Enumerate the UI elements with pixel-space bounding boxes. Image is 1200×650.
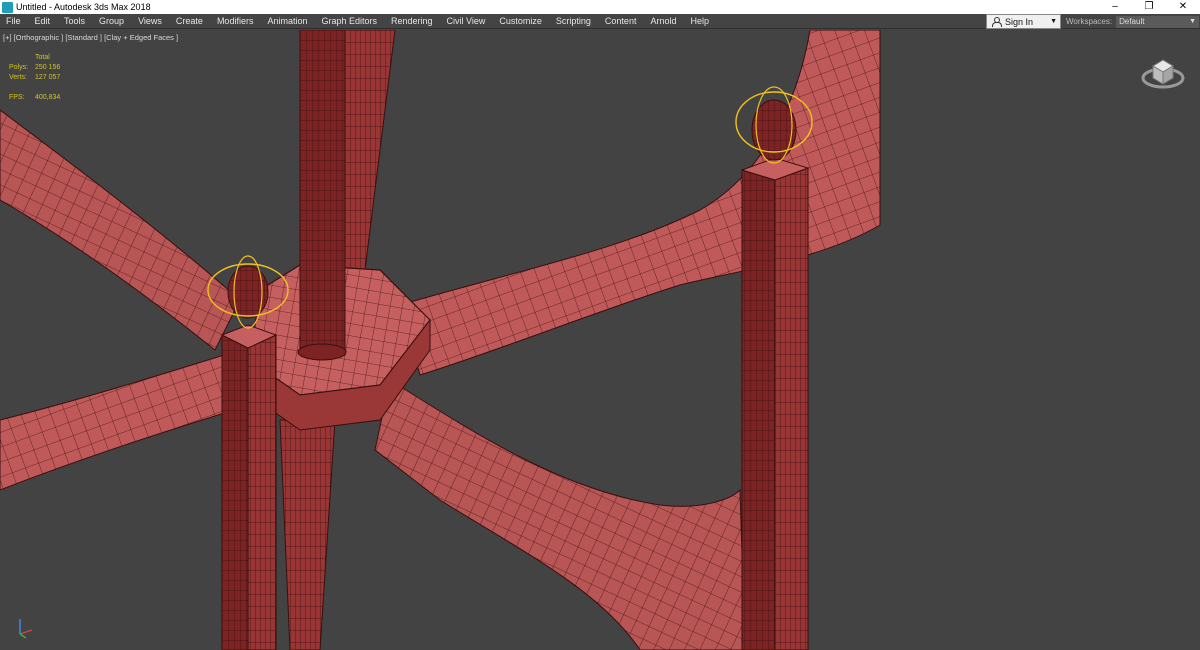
- workspace-dropdown[interactable]: Default ▼: [1116, 15, 1200, 28]
- menu-rendering[interactable]: Rendering: [384, 14, 440, 29]
- stats-polys-value: 250 156: [35, 64, 61, 71]
- close-button[interactable]: ✕: [1166, 0, 1200, 14]
- post-right-side: [741, 169, 776, 650]
- stats-fps-value: 400,834: [35, 94, 61, 101]
- menu-civil-view[interactable]: Civil View: [440, 14, 493, 29]
- post-right-front: [774, 167, 809, 650]
- stats-fps-label: FPS:: [9, 94, 25, 101]
- window-controls: – ❐ ✕: [1098, 0, 1200, 14]
- menu-bar: File Edit Tools Group Views Create Modif…: [0, 14, 1200, 29]
- workspaces-selector: Workspaces: Default ▼: [1066, 14, 1200, 29]
- central-column: [299, 30, 346, 356]
- menu-graph-editors[interactable]: Graph Editors: [314, 14, 384, 29]
- scene-geometry[interactable]: [0, 30, 1200, 650]
- arm-lower-left: [0, 349, 251, 491]
- chevron-down-icon: ▼: [1050, 18, 1057, 25]
- restore-button[interactable]: ❐: [1132, 0, 1166, 14]
- viewport-label[interactable]: [+] [Orthographic ] [Standard ] [Clay + …: [3, 33, 178, 42]
- menu-tools[interactable]: Tools: [57, 14, 92, 29]
- column-base: [297, 343, 347, 361]
- menu-content[interactable]: Content: [598, 14, 644, 29]
- arm-lower-right: [374, 379, 746, 650]
- chevron-down-icon: ▼: [1189, 17, 1197, 25]
- perspective-viewport[interactable]: [+] [Orthographic ] [Standard ] [Clay + …: [0, 30, 1200, 650]
- workspace-value: Default: [1119, 16, 1145, 26]
- menu-customize[interactable]: Customize: [492, 14, 549, 29]
- menu-arnold[interactable]: Arnold: [643, 14, 683, 29]
- menu-edit[interactable]: Edit: [28, 14, 58, 29]
- stats-verts-label: Verts:: [9, 74, 27, 81]
- app-icon: [2, 1, 13, 13]
- menu-help[interactable]: Help: [683, 14, 716, 29]
- window-title: Untitled - Autodesk 3ds Max 2018: [16, 2, 151, 12]
- statistics-overlay: Total Polys: 250 156 Verts: 127 057 FPS:…: [9, 53, 60, 103]
- minimize-button[interactable]: –: [1098, 0, 1132, 14]
- stats-polys-row: Polys: 250 156: [9, 63, 60, 73]
- post-left-front: [247, 334, 277, 650]
- workspaces-label: Workspaces:: [1066, 17, 1113, 26]
- menu-animation[interactable]: Animation: [260, 14, 314, 29]
- stats-total-row: Total: [9, 53, 60, 63]
- strut-bottom: [279, 419, 336, 650]
- title-bar: Untitled - Autodesk 3ds Max 2018 – ❐ ✕: [0, 0, 1200, 14]
- axis-tripod-icon: [19, 619, 33, 639]
- menu-views[interactable]: Views: [131, 14, 169, 29]
- menu-file[interactable]: File: [0, 14, 28, 29]
- arm-upper-left: [0, 109, 241, 351]
- menu-scripting[interactable]: Scripting: [549, 14, 598, 29]
- user-icon: [991, 16, 1002, 27]
- menu-modifiers[interactable]: Modifiers: [210, 14, 261, 29]
- menu-group[interactable]: Group: [92, 14, 131, 29]
- sign-in-dropdown[interactable]: Sign In ▼: [986, 14, 1061, 29]
- menu-create[interactable]: Create: [169, 14, 210, 29]
- stats-total-label: Total: [35, 54, 50, 61]
- viewcube-icon[interactable]: [1140, 50, 1186, 96]
- finial-right: [751, 99, 797, 161]
- stats-polys-label: Polys:: [9, 64, 29, 71]
- sign-in-label: Sign In: [1005, 16, 1034, 27]
- stats-verts-row: Verts: 127 057: [9, 73, 60, 83]
- post-left-side: [221, 334, 249, 650]
- stats-verts-value: 127 057: [35, 74, 61, 81]
- stats-fps-row: FPS: 400,834: [9, 93, 60, 103]
